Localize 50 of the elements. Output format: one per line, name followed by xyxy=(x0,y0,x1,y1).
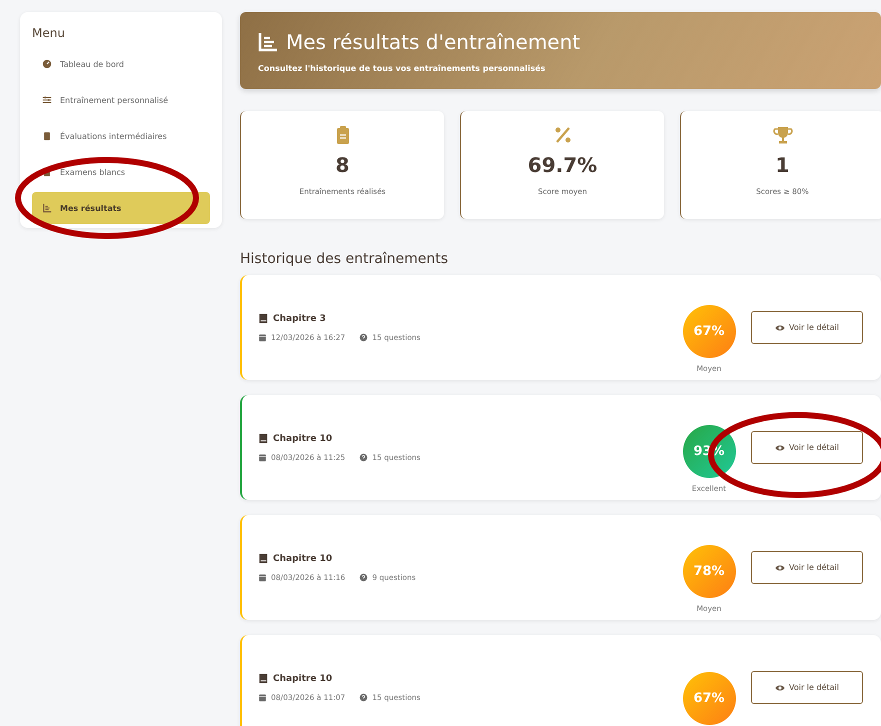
chart-icon xyxy=(258,32,278,52)
book-icon xyxy=(258,553,269,564)
view-detail-button[interactable]: Voir le détail xyxy=(751,671,863,704)
book-icon xyxy=(258,313,269,324)
chart-icon xyxy=(42,203,52,213)
sidebar-item-label: Examens blancs xyxy=(60,168,126,176)
sidebar-item[interactable]: Mes résultats xyxy=(32,192,210,224)
book-icon xyxy=(258,433,269,444)
eye-icon xyxy=(775,682,785,692)
clipboard-icon xyxy=(42,131,52,141)
section-title: Historique des entraînements xyxy=(240,251,450,267)
page-title: Mes résultats d'entraînement xyxy=(286,30,580,54)
stat-value: 8 xyxy=(336,153,350,177)
score-badge: 67% xyxy=(682,304,736,358)
training-title: Chapitre 10 xyxy=(273,674,332,684)
view-detail-button[interactable]: Voir le détail xyxy=(751,551,863,584)
eye-icon xyxy=(775,322,785,332)
sidebar-item[interactable]: Entraînement personnalisé xyxy=(32,84,210,116)
training-title: Chapitre 10 xyxy=(273,554,332,564)
eye-icon xyxy=(775,442,785,452)
sidebar-item-label: Mes résultats xyxy=(60,204,122,212)
percent-icon xyxy=(552,125,572,145)
view-detail-button[interactable]: Voir le détail xyxy=(751,311,863,344)
trophy-icon xyxy=(772,125,792,145)
menu-title: Menu xyxy=(32,26,66,40)
gauge-icon xyxy=(42,59,52,69)
training-title: Chapitre 10 xyxy=(273,434,332,444)
sidebar-item[interactable]: Évaluations intermédiaires xyxy=(32,120,210,152)
calendar-icon xyxy=(258,453,267,462)
view-detail-button[interactable]: Voir le détail xyxy=(751,431,863,464)
calendar-icon xyxy=(258,573,267,582)
question-icon xyxy=(359,573,368,582)
eye-icon xyxy=(775,562,785,572)
calendar-icon xyxy=(258,693,267,702)
book-icon xyxy=(258,673,269,684)
score-badge: 78% xyxy=(682,544,736,598)
page-subtitle: Consultez l'historique de tous vos entraînements personnalisés xyxy=(258,64,546,73)
sidebar-item-label: Évaluations intermédiaires xyxy=(60,132,167,140)
training-title: Chapitre 3 xyxy=(273,314,326,324)
sidebar-item-label: Entraînement personnalisé xyxy=(60,96,168,104)
question-icon xyxy=(359,453,368,462)
calendar-icon xyxy=(258,333,267,342)
question-icon xyxy=(359,693,368,702)
stat-value: 69.7% xyxy=(528,153,598,177)
sidebar-item-label: Tableau de bord xyxy=(60,60,124,68)
stat-value: 1 xyxy=(776,153,790,177)
sliders-icon xyxy=(42,95,52,105)
question-icon xyxy=(359,333,368,342)
sidebar-item[interactable]: Tableau de bord xyxy=(32,48,210,80)
score-badge: 67% xyxy=(682,672,736,725)
